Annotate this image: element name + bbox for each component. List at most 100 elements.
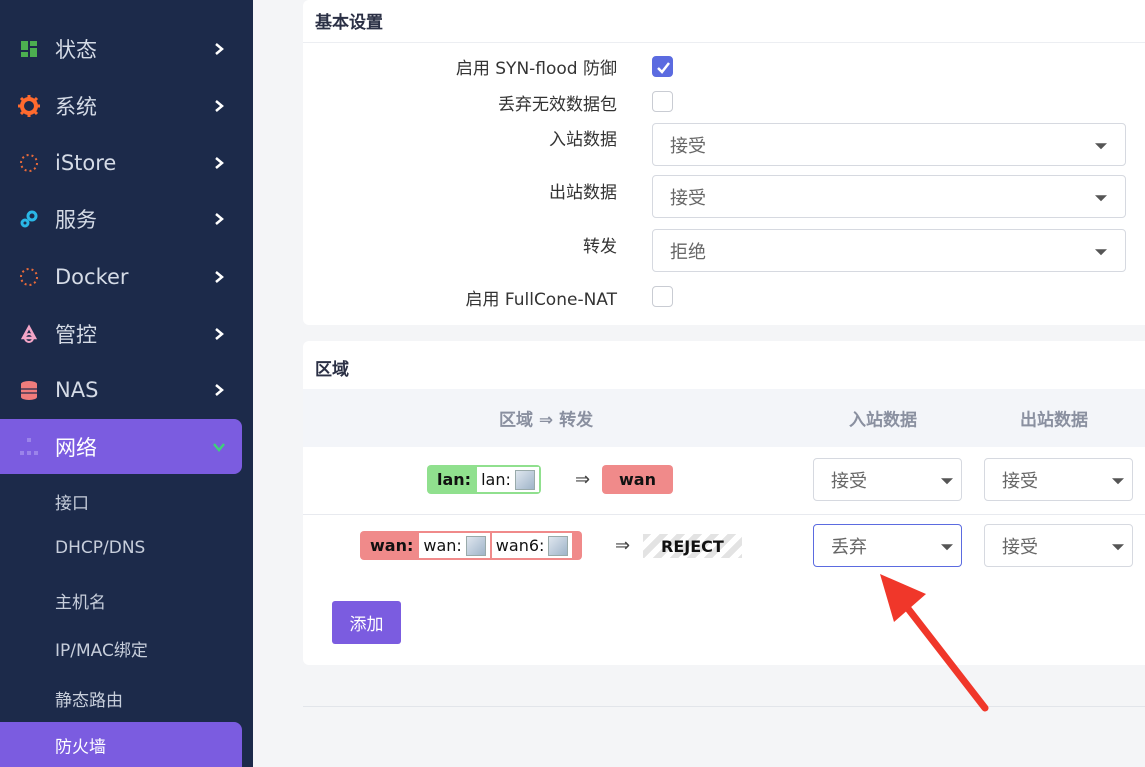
spinner-icon — [18, 152, 40, 174]
drop-invalid-label: 丢弃无效数据包 — [498, 95, 617, 115]
section-title-zones: 区域 — [315, 360, 349, 380]
divider — [303, 706, 1145, 707]
sidebar-item-label: 系统 — [55, 95, 97, 119]
caret-down-icon — [941, 477, 953, 484]
chevron-right-icon — [215, 213, 224, 225]
spinner-icon — [18, 266, 40, 288]
main-content: 基本设置 启用 SYN-flood 防御 丢弃无效数据包 入站数据 接受 出站数… — [253, 0, 1145, 767]
gear-icon — [18, 95, 40, 117]
database-icon — [18, 379, 40, 401]
zone-input-select[interactable]: 丢弃 — [813, 524, 962, 567]
sidebar-item-status[interactable]: 状态 — [0, 23, 253, 75]
caret-down-icon — [1095, 248, 1107, 255]
forward-arrow: ⇒ — [615, 535, 631, 556]
fullcone-checkbox[interactable] — [652, 286, 673, 307]
sidebar-item-docker[interactable]: Docker — [0, 251, 253, 303]
sidebar-item-label: 网络 — [55, 435, 97, 460]
sidebar-subitem-ip-mac-binding[interactable]: IP/MAC绑定 — [55, 636, 148, 661]
chevron-right-icon — [215, 328, 224, 340]
control-icon — [18, 323, 40, 345]
chevron-right-icon — [215, 157, 224, 169]
reject-target: REJECT — [643, 534, 742, 558]
output-label: 出站数据 — [549, 183, 617, 203]
select-value: 丢弃 — [831, 536, 867, 558]
network-icon — [18, 436, 40, 458]
zone-output-select[interactable]: 接受 — [984, 458, 1133, 501]
checkmark-icon — [657, 62, 670, 74]
sidebar-item-nas[interactable]: NAS — [0, 364, 253, 416]
zone-badge-wan-target: wan — [602, 465, 673, 494]
chevron-right-icon — [215, 271, 224, 283]
zone-badge-lan: lan: lan: — [427, 465, 541, 494]
zone-input-select[interactable]: 接受 — [813, 458, 962, 501]
sidebar-subitem-dhcp-dns[interactable]: DHCP/DNS — [55, 538, 145, 558]
sidebar-subitem-firewall[interactable]: 防火墙 — [0, 722, 242, 767]
caret-down-icon — [1112, 477, 1124, 484]
forward-label: 转发 — [583, 237, 617, 257]
network-interface-icon — [514, 469, 535, 490]
divider — [303, 42, 1145, 43]
zones-card: 区域 区域 ⇒ 转发 入站数据 出站数据 lan: lan: ⇒ wan 接受 — [303, 341, 1145, 665]
input-label: 入站数据 — [549, 130, 617, 150]
select-value: 接受 — [831, 470, 867, 492]
sidebar-item-label: Docker — [55, 265, 129, 289]
sidebar-subitem-static-routes[interactable]: 静态路由 — [55, 686, 123, 711]
drop-invalid-checkbox[interactable] — [652, 91, 673, 112]
select-value: 接受 — [1002, 470, 1038, 492]
zone-badge-wan: wan: wan: wan6: — [360, 531, 583, 560]
sidebar-item-label: 服务 — [55, 208, 97, 232]
divider — [303, 514, 1145, 515]
caret-down-icon — [941, 543, 953, 550]
annotation-arrow-icon — [880, 574, 989, 712]
add-zone-button[interactable]: 添加 — [332, 601, 401, 644]
select-value: 接受 — [670, 135, 706, 157]
syn-flood-checkbox[interactable] — [652, 56, 673, 77]
sidebar-item-system[interactable]: 系统 — [0, 80, 253, 132]
column-zone-forward: 区域 ⇒ 转发 — [499, 410, 594, 431]
caret-down-icon — [1095, 142, 1107, 149]
forward-policy-select[interactable]: 拒绝 — [652, 229, 1126, 272]
sidebar-item-label: iStore — [55, 151, 117, 175]
chevron-down-icon — [213, 442, 225, 452]
network-name: lan: — [481, 470, 511, 489]
section-title-basic: 基本设置 — [315, 13, 383, 33]
services-gear-icon — [18, 208, 40, 230]
network-name: wan6: — [495, 536, 545, 555]
status-icon — [18, 38, 40, 60]
input-policy-select[interactable]: 接受 — [652, 123, 1126, 166]
sidebar-item-services[interactable]: 服务 — [0, 193, 253, 245]
chevron-right-icon — [215, 43, 224, 55]
zone-name: wan: — [370, 536, 414, 555]
forward-arrow: ⇒ — [575, 469, 591, 490]
network-chip: lan: — [477, 467, 539, 492]
caret-down-icon — [1095, 194, 1107, 201]
caret-down-icon — [1112, 543, 1124, 550]
select-value: 拒绝 — [670, 241, 706, 263]
target-label: REJECT — [661, 536, 724, 556]
fullcone-label: 启用 FullCone-NAT — [465, 290, 617, 310]
output-policy-select[interactable]: 接受 — [652, 175, 1126, 218]
sidebar-subitem-interfaces[interactable]: 接口 — [55, 489, 89, 514]
network-interface-icon — [548, 535, 569, 556]
sidebar-subitem-hostnames[interactable]: 主机名 — [55, 588, 106, 613]
sidebar-item-label: 管控 — [55, 323, 97, 347]
zones-table-header: 区域 ⇒ 转发 入站数据 出站数据 — [303, 389, 1145, 447]
sidebar-item-network[interactable]: 网络 — [0, 419, 242, 474]
sidebar: 状态 系统 iStore 服务 Docker 管控 NAS 网络 接口 DHCP… — [0, 0, 253, 767]
zone-output-select[interactable]: 接受 — [984, 524, 1133, 567]
network-interface-icon — [465, 535, 486, 556]
sidebar-item-istore[interactable]: iStore — [0, 137, 253, 189]
chevron-right-icon — [215, 100, 224, 112]
sidebar-item-label: NAS — [55, 378, 99, 402]
sidebar-subitem-label: 防火墙 — [55, 737, 106, 758]
target-zone: wan — [619, 470, 656, 489]
column-input: 入站数据 — [849, 410, 917, 431]
basic-settings-card: 基本设置 启用 SYN-flood 防御 丢弃无效数据包 入站数据 接受 出站数… — [303, 0, 1145, 325]
zone-name: lan: — [437, 470, 472, 489]
column-output: 出站数据 — [1020, 410, 1088, 431]
chevron-right-icon — [215, 384, 224, 396]
network-chip: wan: — [419, 533, 490, 558]
syn-flood-label: 启用 SYN-flood 防御 — [455, 59, 617, 79]
sidebar-item-label: 状态 — [55, 38, 97, 62]
sidebar-item-control[interactable]: 管控 — [0, 308, 253, 360]
